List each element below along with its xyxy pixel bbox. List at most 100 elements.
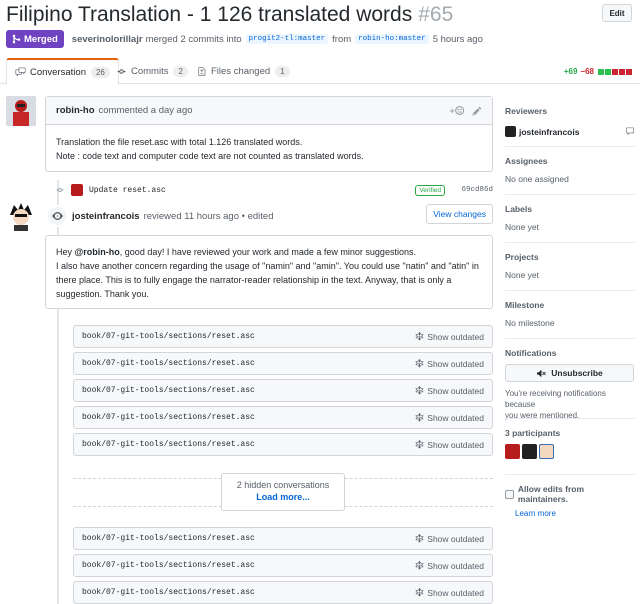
unfold-icon [415, 413, 424, 422]
diffstat: +69 −68 [564, 67, 632, 76]
show-outdated-button[interactable]: Show outdated [415, 359, 484, 369]
show-outdated-label: Show outdated [427, 587, 484, 598]
file-path[interactable]: book/07-git-tools/sections/reset.asc [82, 359, 255, 368]
edit-button[interactable]: Edit [602, 4, 632, 22]
reviewer-item[interactable]: josteinfrancois [505, 126, 635, 137]
hidden-text: 2 hidden conversations [236, 480, 330, 490]
comment-icon [626, 127, 634, 136]
view-changes-button[interactable]: View changes [426, 204, 493, 224]
file-path[interactable]: book/07-git-tools/sections/reset.asc [82, 534, 255, 543]
show-outdated-button[interactable]: Show outdated [415, 413, 484, 423]
review-author[interactable]: josteinfrancois [72, 211, 140, 222]
commit-sha[interactable]: 69cd86d [461, 186, 493, 194]
show-outdated-label: Show outdated [427, 533, 484, 544]
commit-avatar[interactable] [71, 184, 83, 196]
tab-label: Files changed [211, 65, 271, 77]
avatar-josteinfrancois[interactable] [6, 201, 36, 231]
file-path[interactable]: book/07-git-tools/sections/reset.asc [82, 561, 255, 570]
tab-counter: 1 [275, 65, 290, 77]
allow-edits-row: Allow edits from maintainers. [505, 484, 635, 504]
head-branch[interactable]: robin-ho:master [355, 34, 429, 44]
show-outdated-button[interactable]: Show outdated [415, 440, 484, 450]
show-outdated-label: Show outdated [427, 331, 484, 342]
load-more-link[interactable]: Load more... [222, 492, 344, 502]
allow-edits-label: Allow edits from maintainers. [517, 484, 585, 504]
base-branch[interactable]: progit2-tl:master [245, 34, 329, 44]
pr-title: Filipino Translation - 1 126 translated … [6, 3, 453, 27]
mention-link[interactable]: @robin-ho [75, 247, 120, 257]
projects-heading[interactable]: Projects [505, 252, 635, 262]
learn-more-link[interactable]: Learn more [515, 509, 635, 518]
sidebar-divider [505, 418, 635, 419]
participant-avatar[interactable] [522, 444, 537, 459]
review-time: reviewed 11 hours ago • edited [143, 210, 274, 222]
outdated-file-row: book/07-git-tools/sections/reset.asc Show… [73, 352, 493, 375]
unfold-icon [415, 588, 424, 597]
state-badge: Merged [6, 30, 64, 48]
unfold-icon [415, 359, 424, 368]
labels-heading[interactable]: Labels [505, 204, 635, 214]
unfold-icon [415, 440, 424, 449]
unfold-icon [415, 561, 424, 570]
allow-edits-checkbox[interactable] [505, 489, 514, 499]
git-commit-icon [56, 188, 64, 192]
show-outdated-button[interactable]: Show outdated [415, 534, 484, 544]
mute-icon [537, 369, 546, 377]
review-line-rest: , good day! I have reviewed your work an… [119, 247, 416, 257]
file-path[interactable]: book/07-git-tools/sections/reset.asc [82, 440, 255, 449]
merge-time: 5 hours ago [432, 33, 483, 45]
diffstat-block [598, 68, 604, 75]
notifications-section: Notifications Unsubscribe You're receivi… [505, 348, 635, 421]
sidebar-divider [505, 474, 635, 475]
unfold-icon [415, 386, 424, 395]
file-path[interactable]: book/07-git-tools/sections/reset.asc [82, 588, 255, 597]
outdated-file-row: book/07-git-tools/sections/reset.asc Show… [73, 406, 493, 429]
show-outdated-button[interactable]: Show outdated [415, 332, 484, 342]
tab-files-changed[interactable]: Files changed 1 [190, 58, 298, 84]
diffstat-block [605, 68, 611, 75]
hidden-conversations[interactable]: 2 hidden conversations Load more... [221, 473, 345, 511]
review-greeting: Hey [56, 247, 73, 257]
milestone-heading[interactable]: Milestone [505, 300, 635, 310]
file-path[interactable]: book/07-git-tools/sections/reset.asc [82, 386, 255, 395]
comment-line: Note : code text and computer code text … [56, 151, 364, 161]
assignees-heading[interactable]: Assignees [505, 156, 635, 166]
tab-conversation[interactable]: Conversation 26 [6, 58, 119, 85]
show-outdated-button[interactable]: Show outdated [415, 386, 484, 396]
add-reaction-icon[interactable] [450, 105, 465, 119]
review-body: Hey @robin-ho, good day! I have reviewed… [46, 236, 492, 310]
reviewers-heading[interactable]: Reviewers [505, 106, 635, 116]
reviewers-section: Reviewers josteinfrancois [505, 106, 635, 137]
file-path[interactable]: book/07-git-tools/sections/reset.asc [82, 332, 255, 341]
sidebar-divider [505, 242, 635, 243]
reviewer-avatar [505, 126, 516, 137]
pr-number: #65 [418, 3, 454, 26]
comment-author[interactable]: robin-ho [56, 105, 95, 116]
participant-avatar[interactable] [505, 444, 520, 459]
edit-pencil-icon[interactable] [472, 106, 482, 119]
commit-message[interactable]: Update reset.asc [89, 186, 166, 195]
eye-icon [46, 205, 68, 227]
labels-section: Labels None yet [505, 204, 635, 232]
merger-link[interactable]: severinolorillajr [72, 34, 143, 45]
review-line: suggestion. Thank you. [56, 289, 149, 299]
sidebar-divider [505, 146, 635, 147]
tab-label: Commits [131, 65, 169, 77]
show-outdated-button[interactable]: Show outdated [415, 561, 484, 571]
participant-avatar[interactable] [539, 444, 554, 459]
outdated-file-row: book/07-git-tools/sections/reset.asc Show… [73, 581, 493, 604]
file-path[interactable]: book/07-git-tools/sections/reset.asc [82, 413, 255, 422]
state-label: Merged [24, 33, 58, 45]
show-outdated-button[interactable]: Show outdated [415, 588, 484, 598]
unsubscribe-button[interactable]: Unsubscribe [505, 364, 634, 382]
tab-commits[interactable]: Commits 2 [108, 58, 196, 84]
git-merge-icon [12, 34, 21, 44]
pr-meta: Merged severinolorillajr merged 2 commit… [6, 30, 483, 48]
show-outdated-label: Show outdated [427, 412, 484, 423]
verified-badge[interactable]: Verified [415, 184, 445, 196]
avatar-robin-ho[interactable] [6, 96, 36, 126]
participants-section: 3 participants [505, 428, 635, 459]
comment-body: Translation the file reset.asc with tota… [46, 125, 492, 173]
projects-section: Projects None yet [505, 252, 635, 280]
outdated-file-row: book/07-git-tools/sections/reset.asc Show… [73, 527, 493, 550]
